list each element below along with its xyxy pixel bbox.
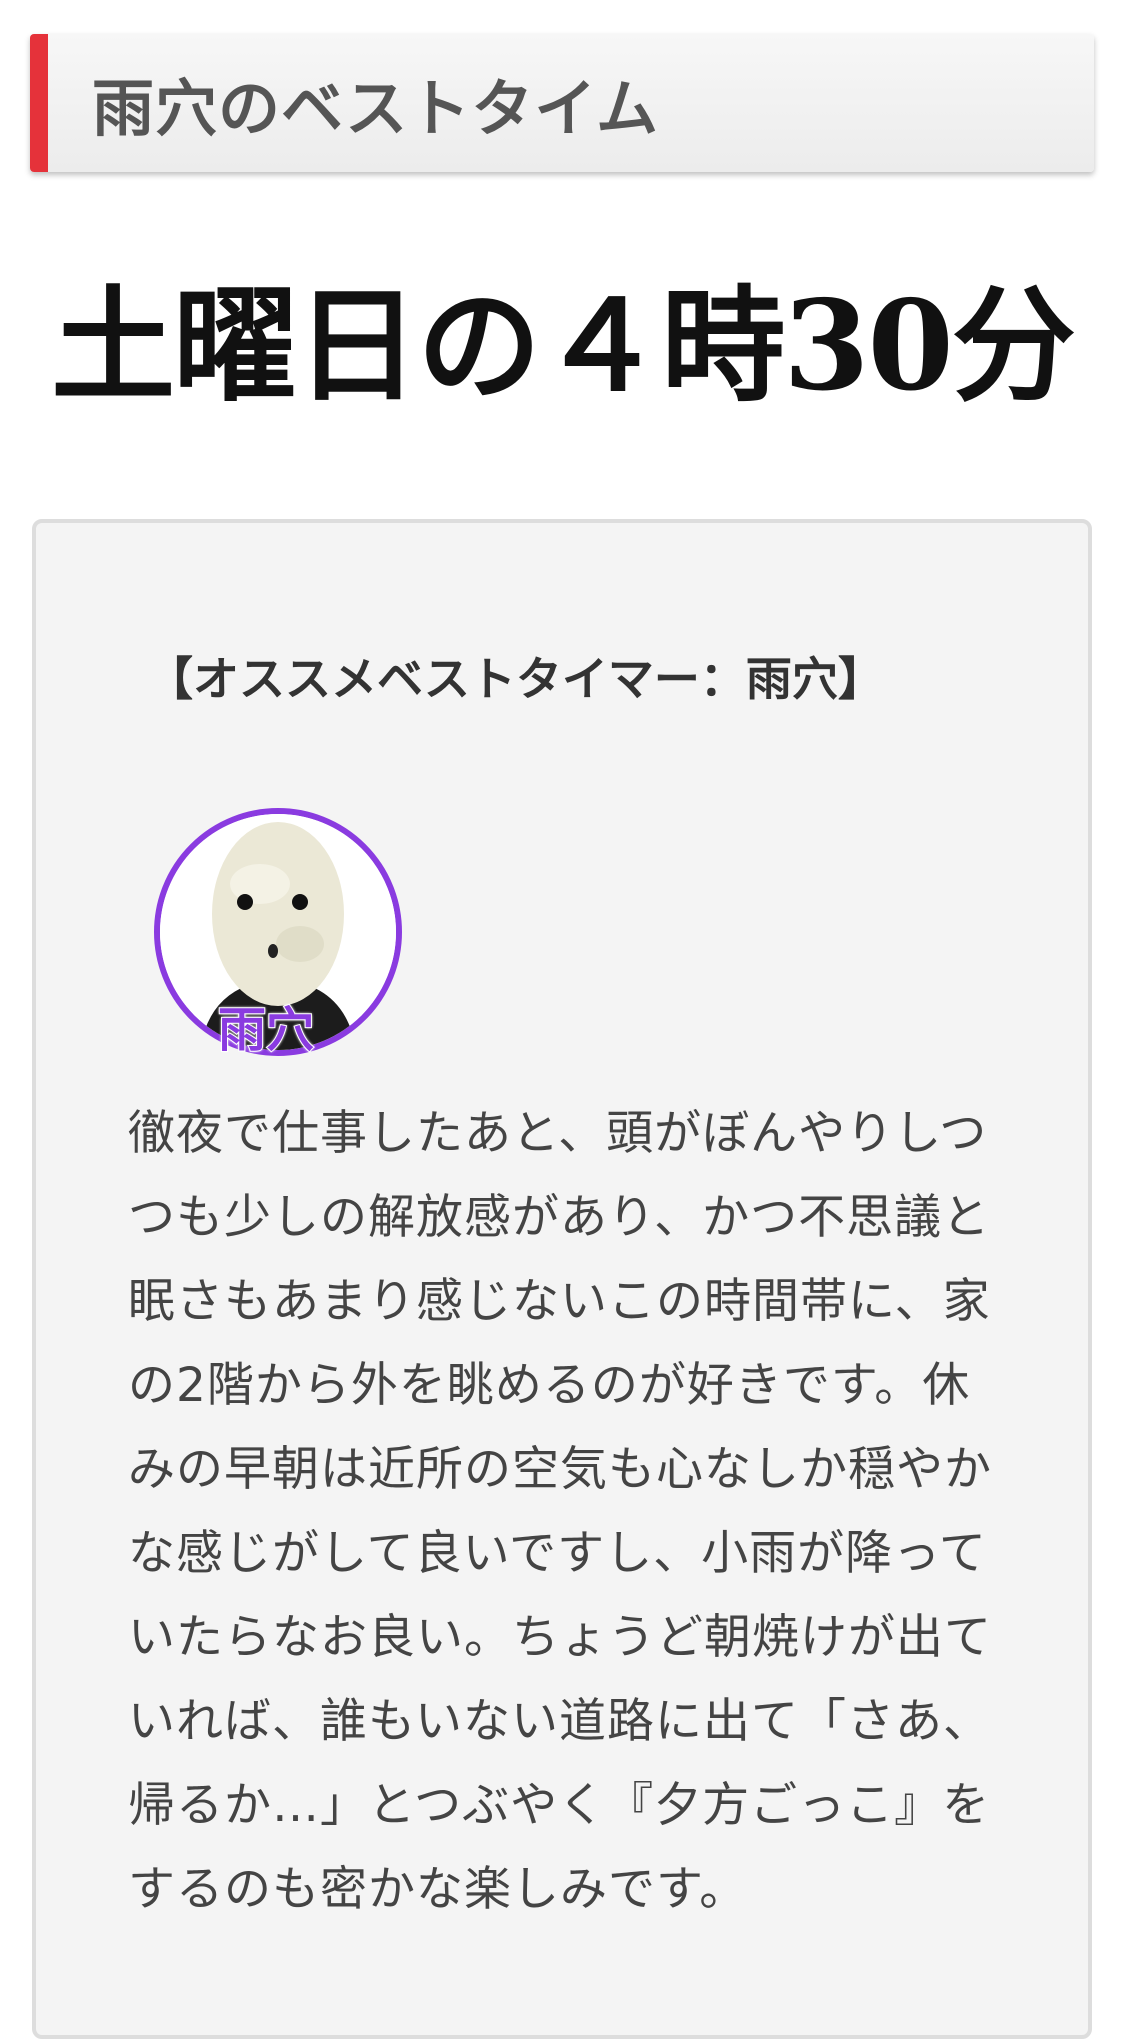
section-heading: 雨穴のベストタイム — [30, 34, 1094, 172]
section-heading-text: 雨穴のベストタイム — [92, 72, 660, 145]
author-avatar-block: 雨穴 — [154, 808, 404, 1068]
best-time-title: 土曜日の４時30分 — [51, 274, 1076, 419]
avatar-name: 雨穴 — [217, 1001, 315, 1059]
recommendation-card: 【オススメベストタイマー：雨穴】 雨穴 徹夜で仕事したあと、頭がぼんやりしつつも… — [32, 519, 1092, 2039]
card-title: 【オススメベストタイマー：雨穴】 — [147, 652, 884, 706]
card-body-text: 徹夜で仕事したあと、頭がぼんやりしつつも少しの解放感があり、かつ不思議と眠さもあ… — [128, 1106, 992, 1917]
